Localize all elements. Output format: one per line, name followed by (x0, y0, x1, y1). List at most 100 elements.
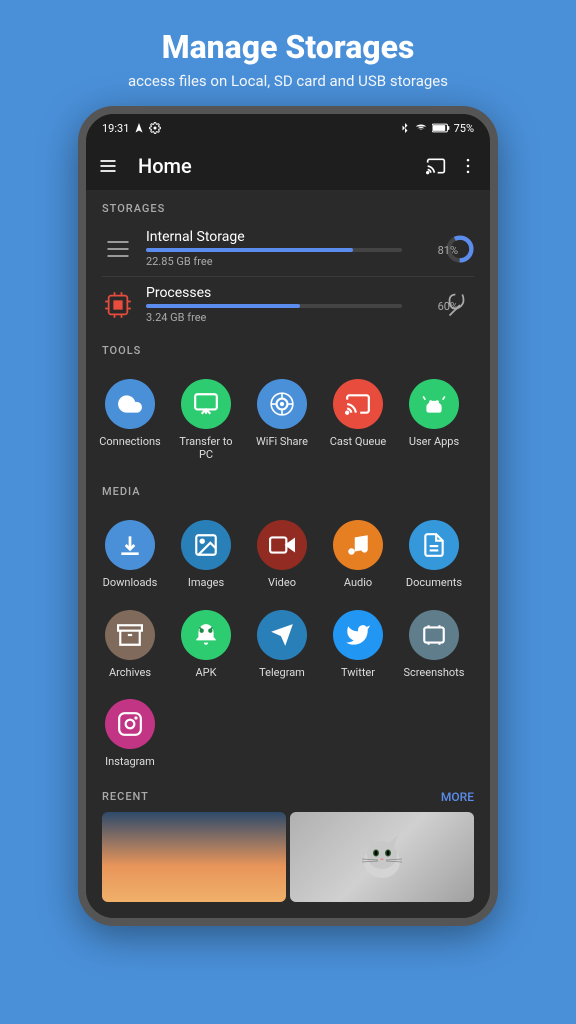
apk-icon-bg (181, 610, 231, 660)
internal-storage-details: Internal Storage 81% 22.85 GB free (146, 229, 434, 268)
recent-image-sunset[interactable] (102, 812, 286, 902)
tools-section-label: TOOLS (86, 332, 490, 363)
internal-storage-percent: 81% (438, 244, 458, 257)
video-icon (269, 532, 295, 558)
cast-queue-icon (345, 391, 371, 417)
tool-twitter[interactable]: Twitter (322, 602, 394, 687)
download-icon (117, 532, 143, 558)
storage-icon (102, 233, 134, 265)
instagram-icon (117, 711, 143, 737)
recent-image-cat[interactable] (290, 812, 474, 902)
transfer-label: Transfer to PC (174, 435, 238, 461)
telegram-label: Telegram (259, 666, 305, 679)
user-apps-icon-bg (409, 379, 459, 429)
tool-transfer[interactable]: Transfer to PC (170, 371, 242, 469)
cloud-icon (117, 391, 143, 417)
tool-images[interactable]: Images (170, 512, 242, 597)
internal-storage-free: 22.85 GB free (146, 255, 434, 268)
video-icon-bg (257, 520, 307, 570)
images-icon (193, 532, 219, 558)
status-right: 75% (400, 122, 474, 135)
menu-icon[interactable] (98, 156, 118, 176)
navigation-icon (133, 122, 145, 134)
sunset-thumbnail (102, 812, 286, 902)
storages-section-label: STORAGES (86, 190, 490, 221)
connections-icon-bg (105, 379, 155, 429)
archives-icon-bg (105, 610, 155, 660)
tool-wifi-share[interactable]: WiFi Share (246, 371, 318, 469)
instagram-label: Instagram (105, 755, 155, 768)
screenshots-label: Screenshots (404, 666, 465, 679)
tool-audio[interactable]: Audio (322, 512, 394, 597)
documents-label: Documents (406, 576, 462, 589)
recent-more-button[interactable]: MORE (441, 790, 474, 804)
status-time: 19:31 (102, 122, 129, 135)
tool-user-apps[interactable]: User Apps (398, 371, 470, 469)
transfer-icon-bg (181, 379, 231, 429)
storage-lines-icon (104, 235, 132, 263)
phone-content: STORAGES Internal Storage 81% 22.85 GB f… (86, 190, 490, 918)
music-icon (345, 532, 371, 558)
processes-bar (146, 304, 402, 308)
settings-icon (149, 122, 161, 134)
cat-thumbnail (290, 812, 474, 902)
processes-percent: 60% (438, 300, 458, 313)
tool-downloads[interactable]: Downloads (94, 512, 166, 597)
tools-grid: Connections Transfer to PC (86, 363, 490, 473)
status-bar: 19:31 75% (86, 114, 490, 142)
app-bar: Home (86, 142, 490, 190)
android-icon (421, 391, 447, 417)
tool-cast-queue[interactable]: Cast Queue (322, 371, 394, 469)
tool-screenshots[interactable]: Screenshots (398, 602, 470, 687)
recent-images (86, 812, 490, 902)
wifi-share-icon-bg (257, 379, 307, 429)
processes-item[interactable]: Processes 60% 3.24 GB free (86, 277, 490, 332)
processes-details: Processes 60% 3.24 GB free (146, 285, 434, 324)
page-title: Manage Storages (128, 28, 448, 66)
tool-instagram[interactable]: Instagram (94, 691, 166, 776)
apk-icon (193, 622, 219, 648)
recent-header: RECENT MORE (86, 780, 490, 812)
archives-label: Archives (109, 666, 151, 679)
processes-fill (146, 304, 300, 308)
tool-telegram[interactable]: Telegram (246, 602, 318, 687)
instagram-icon-bg (105, 699, 155, 749)
page-subtitle: access files on Local, SD card and USB s… (128, 72, 448, 90)
bottom-spacer (86, 902, 490, 918)
page-header: Manage Storages access files on Local, S… (108, 0, 468, 106)
processes-free: 3.24 GB free (146, 311, 434, 324)
images-icon-bg (181, 520, 231, 570)
battery-percent: 75% (454, 122, 474, 135)
audio-label: Audio (344, 576, 372, 589)
document-icon (421, 532, 447, 558)
audio-icon-bg (333, 520, 383, 570)
twitter-icon-bg (333, 610, 383, 660)
cast-queue-icon-bg (333, 379, 383, 429)
media-grid: Downloads Images (86, 504, 490, 780)
apk-label: APK (195, 666, 216, 679)
tool-archives[interactable]: Archives (94, 602, 166, 687)
processes-name: Processes (146, 285, 434, 301)
overflow-menu-icon[interactable] (458, 156, 478, 176)
tool-documents[interactable]: Documents (398, 512, 470, 597)
twitter-label: Twitter (341, 666, 375, 679)
internal-storage-fill (146, 248, 353, 252)
downloads-label: Downloads (103, 576, 158, 589)
tool-apk[interactable]: APK (170, 602, 242, 687)
processes-icon (102, 289, 134, 321)
telegram-icon (269, 622, 295, 648)
media-section-label: MEDIA (86, 473, 490, 504)
wifi-share-label: WiFi Share (256, 435, 308, 448)
cast-icon[interactable] (426, 156, 446, 176)
internal-storage-item[interactable]: Internal Storage 81% 22.85 GB free (86, 221, 490, 276)
status-left: 19:31 (102, 122, 161, 135)
connections-label: Connections (99, 435, 160, 448)
twitter-bird-icon (345, 622, 371, 648)
screenshots-icon-bg (409, 610, 459, 660)
tool-video[interactable]: Video (246, 512, 318, 597)
internal-storage-name: Internal Storage (146, 229, 434, 245)
tool-connections[interactable]: Connections (94, 371, 166, 469)
screenshot-icon (421, 622, 447, 648)
documents-icon-bg (409, 520, 459, 570)
cat-svg (352, 827, 412, 887)
